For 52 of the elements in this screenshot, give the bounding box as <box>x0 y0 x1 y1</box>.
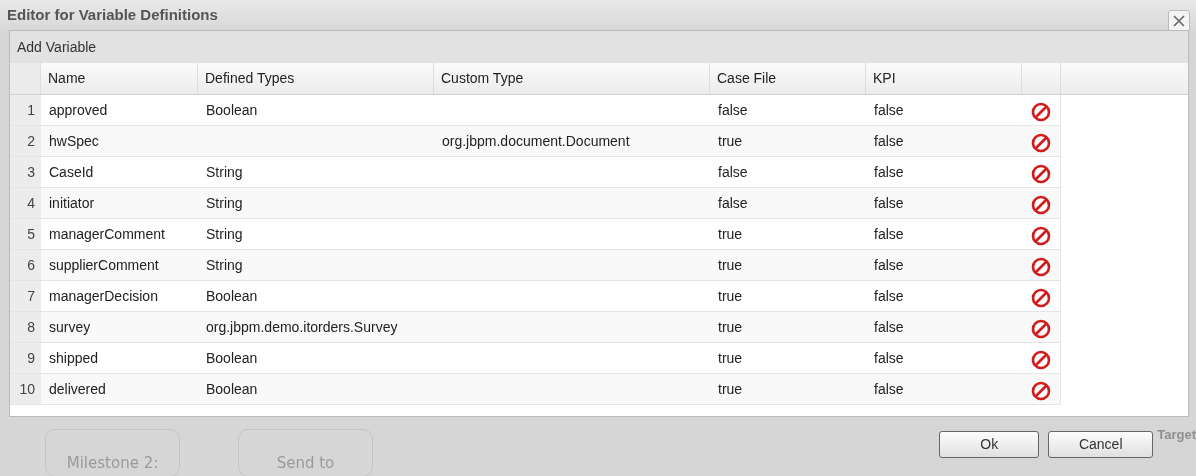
delete-icon[interactable] <box>1031 288 1051 308</box>
close-icon <box>1173 15 1185 27</box>
column-header[interactable]: Defined Types <box>198 63 434 94</box>
column-header[interactable]: Case File <box>710 63 866 94</box>
table-cell: delivered <box>41 374 198 405</box>
row-number: 6 <box>10 250 41 281</box>
row-number: 9 <box>10 343 41 374</box>
table-cell: false <box>866 250 1022 281</box>
column-header[interactable]: Name <box>41 63 198 94</box>
table-cell: false <box>866 188 1022 219</box>
row-number: 8 <box>10 312 41 343</box>
table-cell: true <box>710 312 866 343</box>
delete-icon[interactable] <box>1031 102 1051 122</box>
table-cell: survey <box>41 312 198 343</box>
table-cell: false <box>710 188 866 219</box>
delete-icon[interactable] <box>1031 381 1051 401</box>
delete-icon[interactable] <box>1031 195 1051 215</box>
delete-icon[interactable] <box>1031 226 1051 246</box>
delete-icon[interactable] <box>1031 133 1051 153</box>
delete-icon[interactable] <box>1031 257 1051 277</box>
column-header[interactable]: Custom Type <box>434 63 710 94</box>
table-cell: String <box>198 188 434 219</box>
table-cell: false <box>866 126 1022 157</box>
row-number: 2 <box>10 126 41 157</box>
ok-button[interactable]: Ok <box>939 431 1040 458</box>
table-cell: org.jbpm.document.Document <box>434 126 710 157</box>
table-cell: Boolean <box>198 374 434 405</box>
table-cell: false <box>866 374 1022 405</box>
row-number: 4 <box>10 188 41 219</box>
close-button[interactable] <box>1168 10 1190 32</box>
row-number: 10 <box>10 374 41 405</box>
table-cell: true <box>710 126 866 157</box>
panel-title: Add Variable <box>17 37 97 57</box>
delete-icon[interactable] <box>1031 319 1051 339</box>
table-cell: true <box>710 250 866 281</box>
row-number: 5 <box>10 219 41 250</box>
row-number: 3 <box>10 157 41 188</box>
dialog-title: Editor for Variable Definitions <box>7 4 218 25</box>
table-cell: org.jbpm.demo.itorders.Survey <box>198 312 434 343</box>
faded-side-label: Target <box>1157 426 1196 444</box>
table-cell: true <box>710 374 866 405</box>
table-cell: false <box>866 312 1022 343</box>
delete-icon[interactable] <box>1031 164 1051 184</box>
table-cell: hwSpec <box>41 126 198 157</box>
table-cell: String <box>198 250 434 281</box>
cancel-button[interactable]: Cancel <box>1048 431 1154 458</box>
table-cell: initiator <box>41 188 198 219</box>
delete-icon[interactable] <box>1031 350 1051 370</box>
row-number: 7 <box>10 281 41 312</box>
row-number: 1 <box>10 95 41 126</box>
column-header[interactable]: KPI <box>866 63 1022 94</box>
table-cell: supplierComment <box>41 250 198 281</box>
